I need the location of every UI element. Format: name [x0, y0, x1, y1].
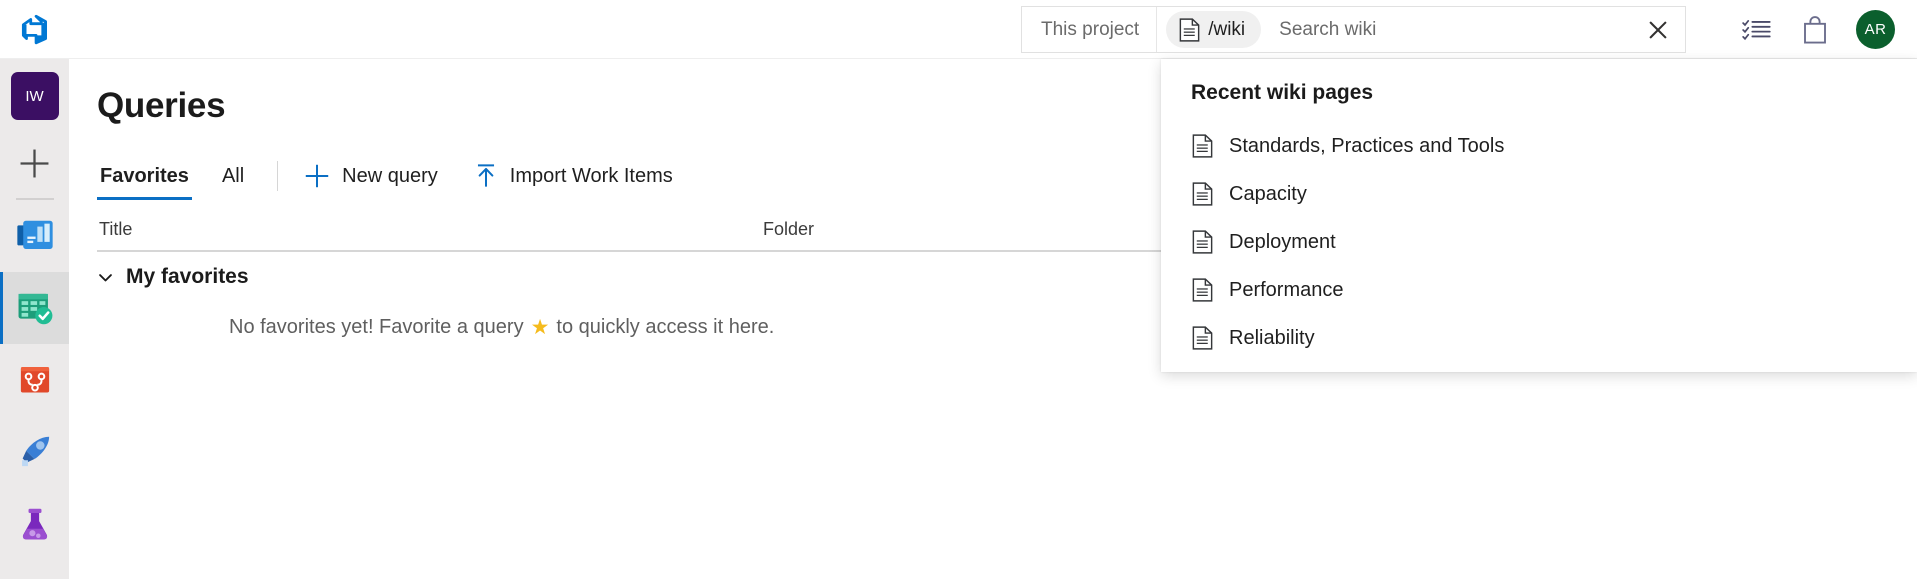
- chevron-down-icon: [97, 269, 114, 286]
- azure-devops-logo-icon: [18, 12, 52, 46]
- test-plans-flask-icon: [15, 504, 55, 544]
- dropdown-list: Standards, Practices and Tools Capacity De…: [1161, 122, 1917, 362]
- sidebar-rail: IW: [0, 59, 69, 579]
- tab-all-label: All: [222, 165, 244, 187]
- plus-icon: [304, 163, 330, 189]
- wiki-page-icon: [1192, 326, 1213, 350]
- dropdown-item-label: Deployment: [1229, 231, 1336, 254]
- repos-icon: [15, 360, 55, 400]
- wiki-page-icon: [1179, 18, 1200, 42]
- wiki-page-icon: [1192, 278, 1213, 302]
- wiki-page-icon: [1192, 182, 1213, 206]
- user-avatar-initials: AR: [1865, 21, 1887, 38]
- group-row-my-favorites[interactable]: My favorites: [97, 265, 249, 289]
- tab-favorites-label: Favorites: [100, 165, 189, 187]
- search-scope-divider: [1156, 7, 1157, 52]
- toolbar-divider: [277, 161, 278, 191]
- page-title: Queries: [97, 86, 225, 126]
- sidebar-project-avatar[interactable]: IW: [11, 72, 59, 120]
- dropdown-item-label: Performance: [1229, 279, 1344, 302]
- boards-icon: [15, 288, 55, 328]
- sidebar-item-overview[interactable]: [0, 200, 69, 272]
- close-icon: [1646, 18, 1670, 42]
- sidebar-item-repos[interactable]: [0, 344, 69, 416]
- search-scope-label: This project: [1022, 7, 1156, 52]
- search-scope-chip-label: /wiki: [1208, 19, 1245, 41]
- tab-all[interactable]: All: [219, 154, 247, 198]
- upload-icon: [474, 163, 498, 189]
- favorite-star-icon: ★: [531, 315, 550, 340]
- column-header-folder[interactable]: Folder: [763, 219, 814, 240]
- search-scope-chip-wiki[interactable]: /wiki: [1166, 11, 1261, 48]
- pipelines-rocket-icon: [15, 432, 55, 472]
- search-clear-button[interactable]: [1631, 7, 1685, 52]
- wiki-page-icon: [1192, 230, 1213, 254]
- azure-devops-logo[interactable]: [0, 0, 69, 59]
- topbar-actions: AR: [1728, 0, 1917, 59]
- dropdown-item[interactable]: Reliability: [1161, 314, 1917, 362]
- work-items-button[interactable]: [1728, 0, 1786, 59]
- search-input[interactable]: [1261, 7, 1631, 52]
- sidebar-add-button[interactable]: [0, 134, 69, 192]
- global-search[interactable]: This project /wiki: [1021, 6, 1686, 53]
- empty-state-text-before: No favorites yet! Favorite a query: [229, 316, 524, 339]
- overview-icon: [15, 216, 55, 256]
- dropdown-item[interactable]: Deployment: [1161, 218, 1917, 266]
- plus-icon: [18, 147, 51, 180]
- group-label: My favorites: [126, 265, 249, 289]
- empty-state-text-after: to quickly access it here.: [556, 316, 774, 339]
- dropdown-item-label: Standards, Practices and Tools: [1229, 135, 1504, 158]
- queries-tabbar: Favorites All New query Import Wo: [97, 154, 709, 198]
- import-work-items-label: Import Work Items: [510, 165, 673, 188]
- marketplace-bag-icon: [1801, 15, 1829, 45]
- tab-favorites[interactable]: Favorites: [97, 154, 192, 198]
- dropdown-item-label: Reliability: [1229, 327, 1315, 350]
- sidebar-item-boards[interactable]: [0, 272, 69, 344]
- dropdown-item-label: Capacity: [1229, 183, 1307, 206]
- user-avatar[interactable]: AR: [1856, 10, 1895, 49]
- recent-wiki-pages-dropdown: Recent wiki pages Standards, Practices a…: [1161, 59, 1917, 372]
- sidebar-project-initials: IW: [25, 88, 43, 105]
- dropdown-item[interactable]: Performance: [1161, 266, 1917, 314]
- dropdown-title: Recent wiki pages: [1191, 81, 1373, 105]
- dropdown-item[interactable]: Capacity: [1161, 170, 1917, 218]
- sidebar-item-test-plans[interactable]: [0, 488, 69, 560]
- sidebar-item-pipelines[interactable]: [0, 416, 69, 488]
- task-list-icon: [1742, 17, 1772, 43]
- dropdown-item[interactable]: Standards, Practices and Tools: [1161, 122, 1917, 170]
- new-query-label: New query: [342, 165, 438, 188]
- top-bar: This project /wiki: [0, 0, 1917, 59]
- wiki-page-icon: [1192, 134, 1213, 158]
- marketplace-button[interactable]: [1786, 0, 1844, 59]
- column-header-title[interactable]: Title: [99, 219, 132, 240]
- import-work-items-button[interactable]: Import Work Items: [474, 163, 673, 189]
- new-query-button[interactable]: New query: [304, 163, 438, 189]
- empty-state-message: No favorites yet! Favorite a query ★ to …: [229, 315, 774, 340]
- app-root: This project /wiki: [0, 0, 1917, 579]
